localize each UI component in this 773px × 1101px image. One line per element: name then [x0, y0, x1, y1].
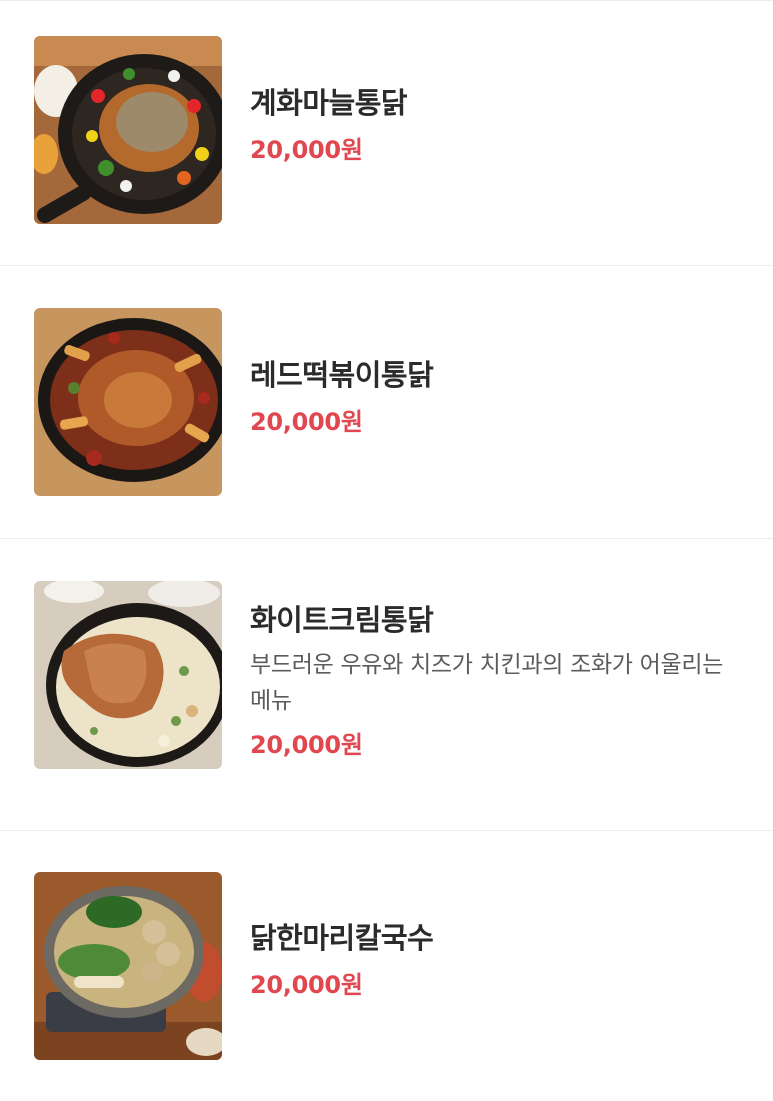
menu-name: 닭한마리칼국수 [250, 921, 434, 955]
chicken-kalguksu-pot-photo [34, 872, 222, 1060]
white-cream-chicken-skillet-photo [34, 581, 222, 769]
menu-list: 계화마늘통닭 20,000원 레드떡볶이통닭 20,000원 화이트크림통닭 부… [0, 0, 773, 1101]
menu-item-red-tteokbokki-chicken[interactable]: 레드떡볶이통닭 20,000원 [0, 266, 773, 539]
menu-info: 레드떡볶이통닭 20,000원 [250, 356, 737, 438]
menu-name: 레드떡볶이통닭 [250, 358, 434, 392]
menu-price: 20,000원 [250, 408, 363, 436]
menu-item-garlic-chicken[interactable]: 계화마늘통닭 20,000원 [0, 1, 773, 266]
menu-info: 닭한마리칼국수 20,000원 [250, 919, 737, 1001]
menu-name: 계화마늘통닭 [250, 86, 408, 120]
menu-price: 20,000원 [250, 136, 363, 164]
garlic-chicken-skillet-photo [34, 36, 222, 224]
menu-price: 20,000원 [250, 971, 363, 999]
menu-item-chicken-kalguksu[interactable]: 닭한마리칼국수 20,000원 [0, 831, 773, 1101]
red-tteokbokki-chicken-skillet-photo [34, 308, 222, 496]
menu-price: 20,000원 [250, 731, 363, 759]
menu-info: 화이트크림통닭 부드러운 우유와 치즈가 치킨과의 조화가 어울리는 메뉴 20… [250, 601, 737, 761]
menu-name: 화이트크림통닭 [250, 603, 434, 637]
menu-item-white-cream-chicken[interactable]: 화이트크림통닭 부드러운 우유와 치즈가 치킨과의 조화가 어울리는 메뉴 20… [0, 539, 773, 831]
menu-info: 계화마늘통닭 20,000원 [250, 84, 737, 166]
menu-description: 부드러운 우유와 치즈가 치킨과의 조화가 어울리는 메뉴 [250, 652, 724, 714]
